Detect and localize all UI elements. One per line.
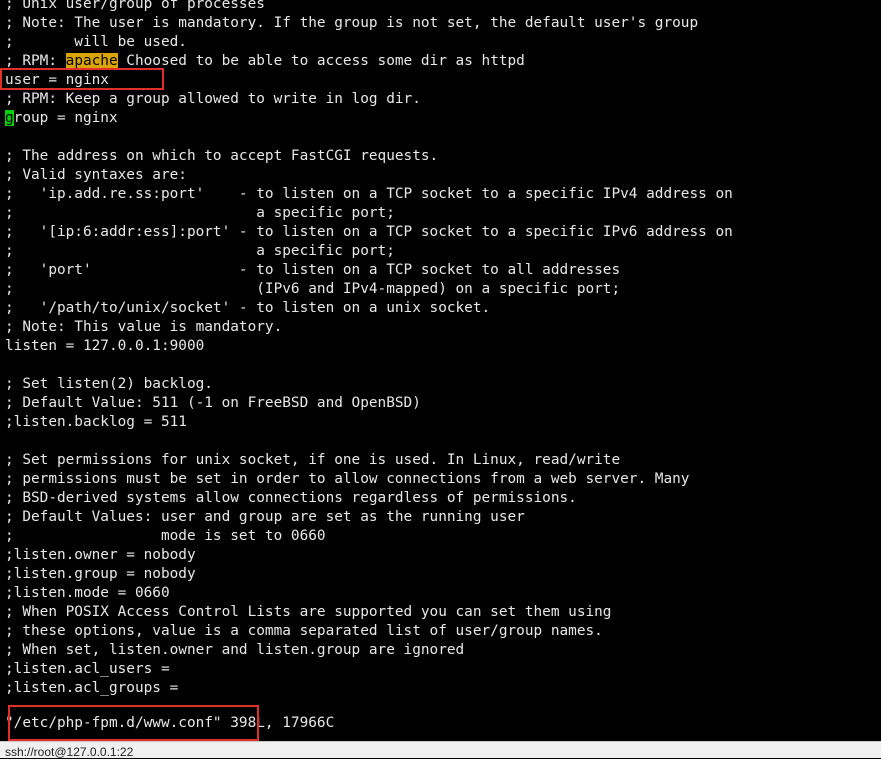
- session-tab-bar[interactable]: ssh://root@127.0.0.1:22: [0, 741, 881, 759]
- buffer-line: ;listen.group = nobody: [5, 566, 196, 582]
- buffer-line: ; Valid syntaxes are:: [5, 167, 187, 183]
- buffer-line: ; permissions must be set in order to al…: [5, 471, 690, 487]
- buffer-line: ; Default Values: user and group are set…: [5, 509, 525, 525]
- buffer-line: ; BSD-derived systems allow connections …: [5, 490, 577, 506]
- session-tab-label[interactable]: ssh://root@127.0.0.1:22: [5, 745, 133, 759]
- buffer-line: ; When POSIX Access Control Lists are su…: [5, 604, 612, 620]
- buffer-line: ;listen.acl_users =: [5, 661, 170, 677]
- buffer-line-user: user = nginx: [5, 72, 109, 88]
- buffer-line: ; Set listen(2) backlog.: [5, 376, 213, 392]
- buffer-line: ; Note: This value is mandatory.: [5, 319, 283, 335]
- buffer-line: ; '[ip:6:addr:ess]:port' - to listen on …: [5, 224, 733, 240]
- buffer-line: ;listen.mode = 0660: [5, 585, 170, 601]
- buffer-line: ; will be used.: [5, 34, 187, 50]
- buffer-line-group: group = nginx: [5, 109, 733, 128]
- buffer-line: ;listen.acl_groups =: [5, 680, 179, 696]
- buffer-line: ; Note: The user is mandatory. If the gr…: [5, 15, 699, 31]
- line-rest: roup = nginx: [13, 110, 118, 126]
- buffer-line: ; (IPv6 and IPv4-mapped) on a specific p…: [5, 281, 621, 297]
- buffer-line: ; 'port' - to listen on a TCP socket to …: [5, 262, 621, 278]
- buffer-line: ;listen.backlog = 511: [5, 414, 187, 430]
- buffer-line: ; When set, listen.owner and listen.grou…: [5, 642, 465, 658]
- buffer-line: ; a specific port;: [5, 243, 395, 259]
- buffer-line-rpm-apache: ; RPM: apache Choosed to be able to acce…: [5, 52, 733, 71]
- buffer-line: ; The address on which to accept FastCGI…: [5, 148, 439, 164]
- line-suffix: Choosed to be able to access some dir as…: [117, 53, 525, 69]
- buffer-line: ; Set permissions for unix socket, if on…: [5, 452, 621, 468]
- search-match-highlight: apache: [65, 53, 118, 69]
- buffer-line: [5, 128, 733, 147]
- buffer-line: ; '/path/to/unix/socket' - to listen on …: [5, 300, 491, 316]
- buffer-line: ; RPM: Keep a group allowed to write in …: [5, 91, 421, 107]
- vim-status-line: "/etc/php-fpm.d/www.conf" 398L, 17966C: [5, 715, 335, 731]
- buffer-line: [5, 356, 733, 375]
- line-prefix: ; RPM:: [5, 53, 66, 69]
- text-cursor: g: [5, 110, 14, 126]
- buffer-line: [5, 432, 733, 451]
- buffer-line: ; a specific port;: [5, 205, 395, 221]
- terminal-window[interactable]: ; Unix user/group of processes ; Note: T…: [0, 0, 881, 741]
- buffer-line: ; Default Value: 511 (-1 on FreeBSD and …: [5, 395, 421, 411]
- buffer-line: ; these options, value is a comma separa…: [5, 623, 603, 639]
- buffer-line: ;listen.owner = nobody: [5, 547, 196, 563]
- buffer-line: ; mode is set to 0660: [5, 528, 326, 544]
- buffer-line-listen: listen = 127.0.0.1:9000: [5, 338, 205, 354]
- buffer-line: ; 'ip.add.re.ss:port' - to listen on a T…: [5, 186, 733, 202]
- buffer-line: ; Unix user/group of processes: [5, 0, 265, 12]
- vim-buffer[interactable]: ; Unix user/group of processes ; Note: T…: [5, 0, 733, 698]
